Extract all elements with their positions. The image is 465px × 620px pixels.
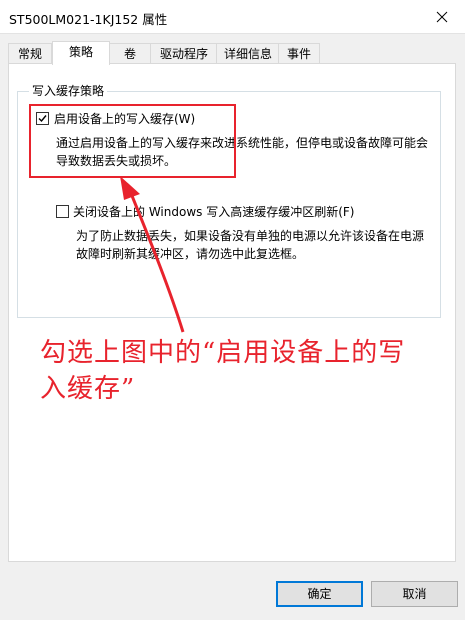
desc2-line2: 故障时刷新其缓冲区，请勿选中此复选框。 <box>76 247 305 261</box>
group-title: 写入缓存策略 <box>29 82 108 99</box>
disable-buffer-flush-checkbox[interactable] <box>56 205 69 218</box>
disable-buffer-flush-description: 为了防止数据丢失，如果设备没有单独的电源以允许该设备在电源 故障时刷新其缓冲区，… <box>76 227 424 263</box>
tab-policies[interactable]: 策略 <box>52 41 110 65</box>
annotation-line1: 勾选上图中的“启用设备上的写 <box>40 338 406 368</box>
tab-driver[interactable]: 驱动程序 <box>150 43 218 64</box>
tab-details[interactable]: 详细信息 <box>216 43 280 64</box>
annotation-text: 勾选上图中的“启用设备上的写 入缓存” <box>40 335 460 407</box>
desc2-line1: 为了防止数据丢失，如果设备没有单独的电源以允许该设备在电源 <box>76 229 425 243</box>
close-button[interactable] <box>419 0 465 33</box>
ok-button[interactable]: 确定 <box>276 581 363 607</box>
annotation-line2: 入缓存” <box>40 374 136 404</box>
disable-buffer-flush-label[interactable]: 关闭设备上的 Windows 写入高速缓存缓冲区刷新(F) <box>73 203 354 220</box>
tab-volumes[interactable]: 卷 <box>108 43 152 64</box>
title-bar: ST500LM021-1KJ152 属性 <box>0 0 465 34</box>
tab-events[interactable]: 事件 <box>278 43 320 64</box>
highlight-box <box>29 104 236 178</box>
window-title: ST500LM021-1KJ152 属性 <box>9 12 168 27</box>
close-icon <box>436 11 448 22</box>
tab-general[interactable]: 常规 <box>8 43 52 64</box>
cancel-button[interactable]: 取消 <box>371 581 458 607</box>
